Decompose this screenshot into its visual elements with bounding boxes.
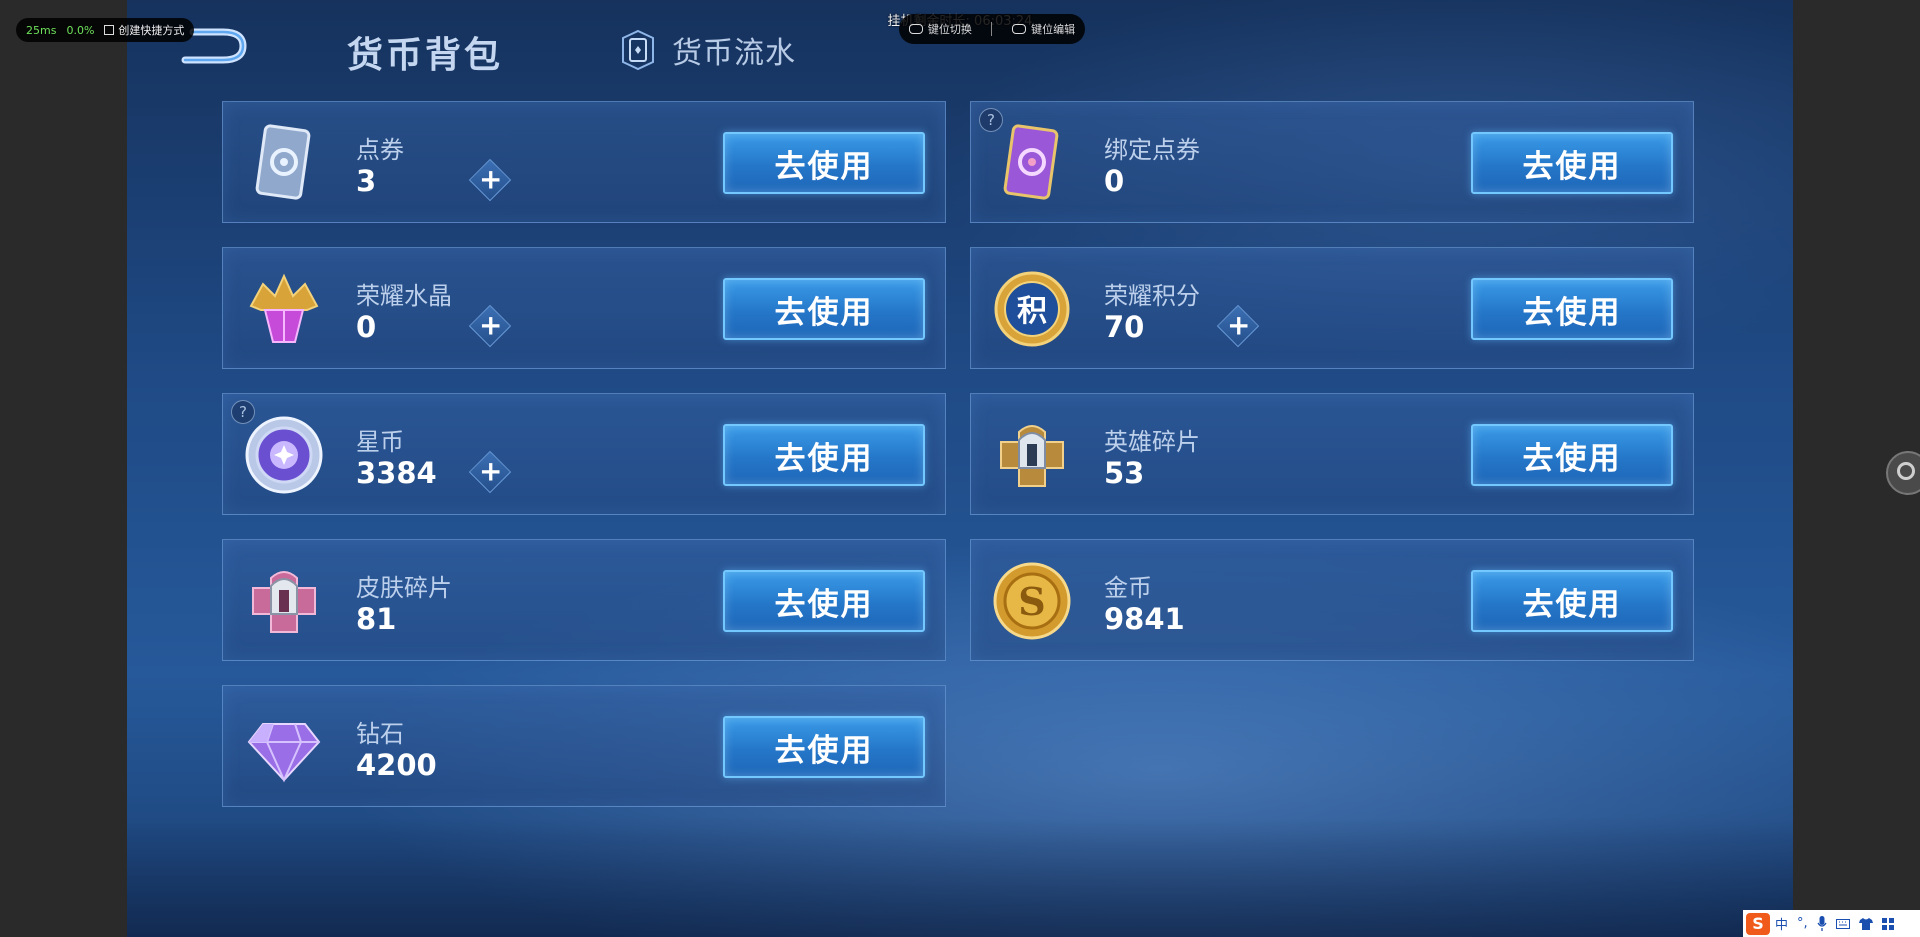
gold-coin-char: S bbox=[1018, 579, 1045, 624]
currency-value: 4200 bbox=[356, 748, 437, 782]
game-screen: 货币背包 货币流水 点券 3 + 去使用 ? 绑定点券 0 去使用 荣耀水晶 0… bbox=[127, 0, 1793, 937]
grid-icon[interactable] bbox=[1881, 917, 1894, 930]
floating-menu-handle[interactable] bbox=[1886, 451, 1920, 495]
key-switch-label: 键位切换 bbox=[927, 23, 972, 36]
bound-coupon-card-icon bbox=[1003, 124, 1059, 200]
key-switch-button[interactable]: 键位切换 bbox=[908, 21, 972, 37]
currency-card-bound-coupon: ? 绑定点券 0 去使用 bbox=[970, 101, 1694, 223]
currency-flow-icon bbox=[622, 29, 654, 71]
currency-value: 53 bbox=[1104, 456, 1145, 490]
currency-card-star-coin: ? 星币 3384 + 去使用 bbox=[222, 393, 946, 515]
plus-icon: + bbox=[1226, 308, 1251, 342]
currency-name: 绑定点券 bbox=[1104, 136, 1200, 164]
glory-points-char: 积 bbox=[1017, 294, 1047, 329]
plus-icon: + bbox=[478, 162, 503, 196]
use-star-coin-button[interactable]: 去使用 bbox=[723, 424, 925, 486]
currency-card-gold-coin: S 金币 9841 去使用 bbox=[970, 539, 1694, 661]
currency-value: 81 bbox=[356, 602, 397, 636]
tab-currency-flow[interactable]: 货币流水 bbox=[620, 28, 796, 72]
currency-name: 点券 bbox=[356, 136, 404, 164]
currency-value: 3 bbox=[356, 164, 377, 198]
page-title: 货币背包 bbox=[347, 35, 504, 76]
use-diamond-button[interactable]: 去使用 bbox=[723, 716, 925, 778]
mic-icon[interactable] bbox=[1817, 916, 1827, 931]
use-glory-crystal-button[interactable]: 去使用 bbox=[723, 278, 925, 340]
currency-name: 金币 bbox=[1104, 574, 1152, 602]
divider bbox=[991, 22, 993, 36]
glory-crystal-icon bbox=[249, 273, 319, 343]
shirt-icon[interactable] bbox=[1858, 917, 1873, 930]
currency-value: 70 bbox=[1104, 310, 1145, 344]
currency-name: 荣耀水晶 bbox=[356, 282, 452, 310]
key-mapping-pill: 键位切换 键位编辑 bbox=[899, 14, 1085, 44]
currency-card-skin-fragment: 皮肤碎片 81 去使用 bbox=[222, 539, 946, 661]
gold-coin-icon: S bbox=[993, 562, 1071, 640]
currency-card-glory-points: 积 荣耀积分 70 + 去使用 bbox=[970, 247, 1694, 369]
star-coin-icon bbox=[245, 416, 323, 494]
plus-icon: + bbox=[478, 308, 503, 342]
currency-name: 钻石 bbox=[356, 720, 404, 748]
tab-currency-flow-label: 货币流水 bbox=[672, 36, 796, 71]
use-skin-fragment-button[interactable]: 去使用 bbox=[723, 570, 925, 632]
ime-punct-toggle[interactable]: °, bbox=[1797, 916, 1808, 931]
gamepad-icon bbox=[908, 24, 923, 34]
use-gold-coin-button[interactable]: 去使用 bbox=[1471, 570, 1673, 632]
currency-value: 3384 bbox=[356, 456, 437, 490]
ime-mode-toggle[interactable]: 中 bbox=[1775, 914, 1788, 933]
ime-toolbar: S 中 °, bbox=[1743, 910, 1920, 937]
keyboard-icon[interactable] bbox=[1835, 918, 1850, 929]
currency-name: 荣耀积分 bbox=[1104, 282, 1200, 310]
use-glory-points-button[interactable]: 去使用 bbox=[1471, 278, 1673, 340]
add-coupon-button[interactable]: + bbox=[468, 158, 512, 202]
hero-fragment-icon bbox=[1000, 425, 1064, 487]
ring-icon bbox=[1897, 462, 1915, 480]
add-glory-points-button[interactable]: + bbox=[1216, 304, 1260, 348]
key-edit-button[interactable]: 键位编辑 bbox=[1012, 21, 1075, 37]
currency-value: 0 bbox=[1104, 164, 1125, 198]
use-bound-coupon-button[interactable]: 去使用 bbox=[1471, 132, 1673, 194]
currency-value: 0 bbox=[356, 310, 377, 344]
currency-value: 9841 bbox=[1104, 602, 1185, 636]
use-coupon-button[interactable]: 去使用 bbox=[723, 132, 925, 194]
diamond-icon bbox=[247, 723, 321, 783]
sogou-logo-icon[interactable]: S bbox=[1746, 912, 1770, 935]
currency-card-glory-crystal: 荣耀水晶 0 + 去使用 bbox=[222, 247, 946, 369]
currency-name: 皮肤碎片 bbox=[356, 574, 452, 602]
glory-points-icon: 积 bbox=[994, 271, 1070, 347]
skin-fragment-icon bbox=[252, 571, 316, 633]
add-glory-crystal-button[interactable]: + bbox=[468, 304, 512, 348]
key-edit-label: 键位编辑 bbox=[1031, 23, 1076, 36]
add-star-coin-button[interactable]: + bbox=[468, 450, 512, 494]
currency-card-hero-fragment: 英雄碎片 53 去使用 bbox=[970, 393, 1694, 515]
gamepad-icon bbox=[1012, 24, 1027, 34]
currency-name: 星币 bbox=[356, 428, 404, 456]
coupon-card-icon bbox=[255, 124, 311, 200]
currency-card-diamond: 钻石 4200 去使用 bbox=[222, 685, 946, 807]
plus-icon: + bbox=[478, 454, 503, 488]
currency-name: 英雄碎片 bbox=[1104, 428, 1200, 456]
use-hero-fragment-button[interactable]: 去使用 bbox=[1471, 424, 1673, 486]
currency-card-coupon: 点券 3 + 去使用 bbox=[222, 101, 946, 223]
